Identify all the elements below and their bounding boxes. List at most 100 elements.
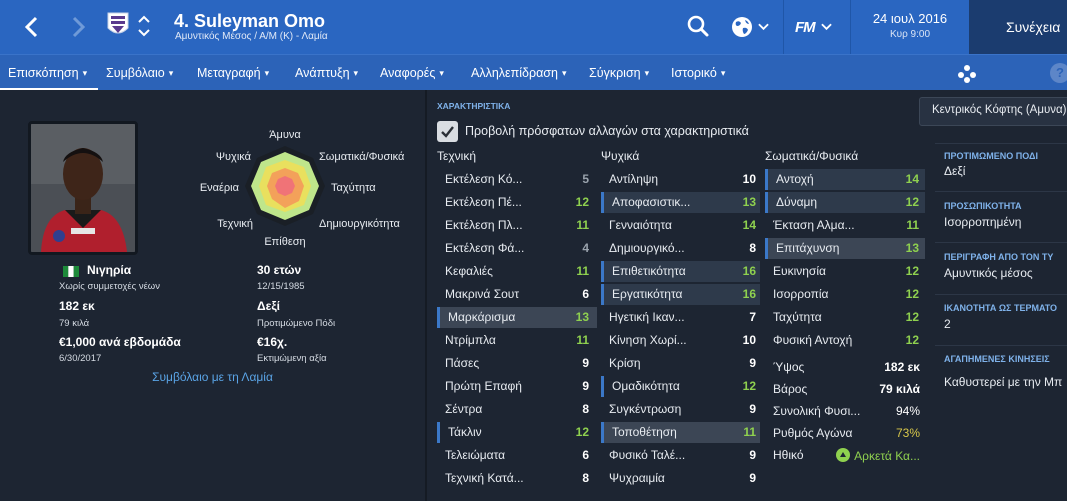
attribute-name: Αντοχή — [776, 172, 814, 186]
media-description-label: ΠΕΡΙΓΡΑΦΗ ΑΠΟ ΤΟΝ ΤΥ — [944, 252, 1054, 262]
club-badge-icon[interactable] — [107, 12, 129, 38]
role-dropdown[interactable]: Κεντρικός Κόφτης (Αμυνα) — [919, 97, 1067, 126]
section-divider — [935, 191, 1067, 192]
fm-logo: FM — [795, 18, 816, 36]
radar-label-vision: Δημιουργικότητα — [319, 218, 401, 230]
attribute-name: Ευκινησία — [773, 264, 826, 278]
attribute-name: Τοποθέτηση — [612, 425, 677, 439]
mental-attribute-row[interactable]: Συγκέντρωση 9 — [601, 399, 760, 420]
mental-attribute-row[interactable]: Γενναιότητα 14 — [601, 215, 760, 236]
recent-changes-label[interactable]: Προβολή πρόσφατων αλλαγών στα χαρακτηρισ… — [465, 124, 749, 138]
section-divider — [935, 294, 1067, 295]
tab-development[interactable]: Ανάπτυξη ▾ — [295, 66, 358, 80]
section-divider — [935, 345, 1067, 346]
forward-arrow-icon[interactable] — [66, 10, 92, 44]
attribute-value: 12 — [575, 195, 589, 209]
technical-attribute-row[interactable]: Μακρινά Σουτ 6 — [437, 284, 597, 305]
tab-interaction[interactable]: Αλληλεπίδραση ▾ — [471, 66, 567, 80]
physical-attribute-row[interactable]: Δύναμη 12 — [765, 192, 925, 213]
tab-reports[interactable]: Αναφορές ▾ — [380, 66, 444, 80]
contract-link[interactable]: Συμβόλαιο με τη Λαμία — [0, 370, 425, 384]
people-icon[interactable] — [957, 64, 977, 84]
radar-label-attacking: Επίθεση — [264, 236, 305, 248]
recent-changes-checkbox[interactable] — [437, 121, 458, 142]
game-date[interactable]: 24 ιουλ 2016 Κυρ 9:00 — [851, 0, 969, 54]
section-divider — [935, 143, 1067, 144]
mental-attribute-row[interactable]: Αντίληψη 10 — [601, 169, 760, 190]
attribute-name: Γενναιότητα — [609, 218, 672, 232]
technical-attribute-row[interactable]: Μαρκάρισμα 13 — [437, 307, 597, 328]
mental-attribute-row[interactable]: Εργατικότητα 16 — [601, 284, 760, 305]
world-menu-button[interactable] — [731, 14, 773, 40]
technical-attribute-row[interactable]: Πάσες 9 — [437, 353, 597, 374]
technical-attribute-row[interactable]: Σέντρα 8 — [437, 399, 597, 420]
help-icon[interactable]: ? — [1050, 63, 1067, 83]
mental-attribute-row[interactable]: Ηγετική Ικαν... 7 — [601, 307, 760, 328]
mental-attribute-row[interactable]: Ψυχραιμία 9 — [601, 468, 760, 489]
player-overview-panel: Άμυνα Σωματικά/Φυσικά Ταχύτητα Δημιουργι… — [0, 90, 427, 501]
wage-value: €1,000 ανά εβδομάδα — [59, 335, 181, 349]
mental-attribute-row[interactable]: Επιθετικότητα 16 — [601, 261, 760, 282]
technical-attribute-row[interactable]: Κεφαλιές 11 — [437, 261, 597, 282]
attribute-value: 16 — [742, 264, 756, 278]
physical-attribute-row[interactable]: Αντοχή 14 — [765, 169, 925, 190]
mental-attribute-row[interactable]: Τοποθέτηση 11 — [601, 422, 760, 443]
tab-history[interactable]: Ιστορικό ▾ — [671, 66, 725, 80]
technical-attribute-row[interactable]: Τεχνική Κατά... 8 — [437, 468, 597, 489]
favourite-moves-value: Καθυστερεί με την Μπ — [944, 375, 1063, 389]
attribute-name: Φυσικό Ταλέ... — [609, 448, 686, 462]
attribute-value: 11 — [576, 264, 589, 278]
physical-attribute-row[interactable]: Έκταση Αλμα... 11 — [765, 215, 925, 236]
stat-name: Ρυθμός Αγώνα — [773, 426, 853, 440]
tab-comparison[interactable]: Σύγκριση ▾ — [589, 66, 649, 80]
radar-label-physical: Σωματικά/Φυσικά — [319, 151, 405, 163]
attribute-value: 6 — [582, 287, 589, 301]
physical-attribute-row[interactable]: Φυσική Αντοχή 12 — [765, 330, 925, 351]
technical-attribute-row[interactable]: Ντρίμπλα 11 — [437, 330, 597, 351]
technical-attribute-row[interactable]: Εκτέλεση Κό... 5 — [437, 169, 597, 190]
attribute-value: 11 — [743, 425, 756, 439]
technical-attribute-row[interactable]: Εκτέλεση Φά... 4 — [437, 238, 597, 259]
back-arrow-icon[interactable] — [18, 10, 44, 44]
attribute-value: 12 — [905, 264, 919, 278]
attributes-section-title: ΧΑΡΑΚΤΗΡΙΣΤΙΚΑ — [437, 101, 511, 111]
header-divider — [783, 0, 784, 54]
physical-attribute-row[interactable]: Επιτάχυνση 13 — [765, 238, 925, 259]
tab-contract[interactable]: Συμβόλαιο ▾ — [106, 66, 173, 80]
attribute-value: 9 — [749, 471, 756, 485]
technical-attribute-row[interactable]: Εκτέλεση Πλ... 11 — [437, 215, 597, 236]
favourite-moves-label: ΑΓΑΠΗΜΕΝΕΣ ΚΙΝΗΣΕΙΣ — [944, 354, 1050, 364]
attribute-value: 7 — [749, 310, 756, 324]
stat-name: Βάρος — [773, 382, 808, 396]
technical-attribute-row[interactable]: Τελειώματα 6 — [437, 445, 597, 466]
fm-menu-button[interactable]: FM — [795, 14, 841, 40]
tab-transfer[interactable]: Μεταγραφή ▾ — [197, 66, 269, 80]
top-header: 4. Suleyman Omo Αμυντικός Μέσος / Α/Μ (Κ… — [0, 0, 1067, 54]
mental-attribute-row[interactable]: Δημιουργικό... 8 — [601, 238, 760, 259]
technical-attribute-row[interactable]: Τάκλιν 12 — [437, 422, 597, 443]
mental-attribute-row[interactable]: Αποφασιστικ... 13 — [601, 192, 760, 213]
morale-icon — [836, 448, 851, 462]
youth-caps: Χωρίς συμμετοχές νέων — [59, 281, 160, 292]
technical-attribute-row[interactable]: Πρώτη Επαφή 9 — [437, 376, 597, 397]
attribute-name: Έκταση Αλμα... — [773, 218, 855, 232]
continue-button[interactable]: Συνέχεια — [969, 0, 1067, 54]
nationality[interactable]: Νιγηρία — [87, 263, 131, 277]
mental-attribute-row[interactable]: Ομαδικότητα 12 — [601, 376, 760, 397]
goalkeeper-ability-label: ΙΚΑΝΟΤΗΤΑ ΩΣ ΤΕΡΜΑΤΟ — [944, 303, 1058, 313]
stat-name: Συνολική Φυσι... — [773, 404, 861, 418]
physical-attribute-row[interactable]: Ισορροπία 12 — [765, 284, 925, 305]
technical-attribute-row[interactable]: Εκτέλεση Πέ... 12 — [437, 192, 597, 213]
player-switch-chevrons-icon[interactable] — [137, 12, 151, 40]
tab-overview[interactable]: Επισκόπηση ▾ — [8, 66, 87, 80]
mental-attribute-row[interactable]: Κρίση 9 — [601, 353, 760, 374]
search-icon[interactable] — [686, 14, 710, 38]
stat-name: Ηθικό — [773, 448, 804, 462]
physical-attribute-row[interactable]: Ταχύτητα 12 — [765, 307, 925, 328]
attribute-value: 9 — [749, 448, 756, 462]
mental-attribute-row[interactable]: Φυσικό Ταλέ... 9 — [601, 445, 760, 466]
attribute-value: 10 — [742, 333, 756, 347]
mental-attribute-row[interactable]: Κίνηση Χωρί... 10 — [601, 330, 760, 351]
physical-attribute-row[interactable]: Ευκινησία 12 — [765, 261, 925, 282]
attribute-name: Πάσες — [445, 356, 480, 370]
